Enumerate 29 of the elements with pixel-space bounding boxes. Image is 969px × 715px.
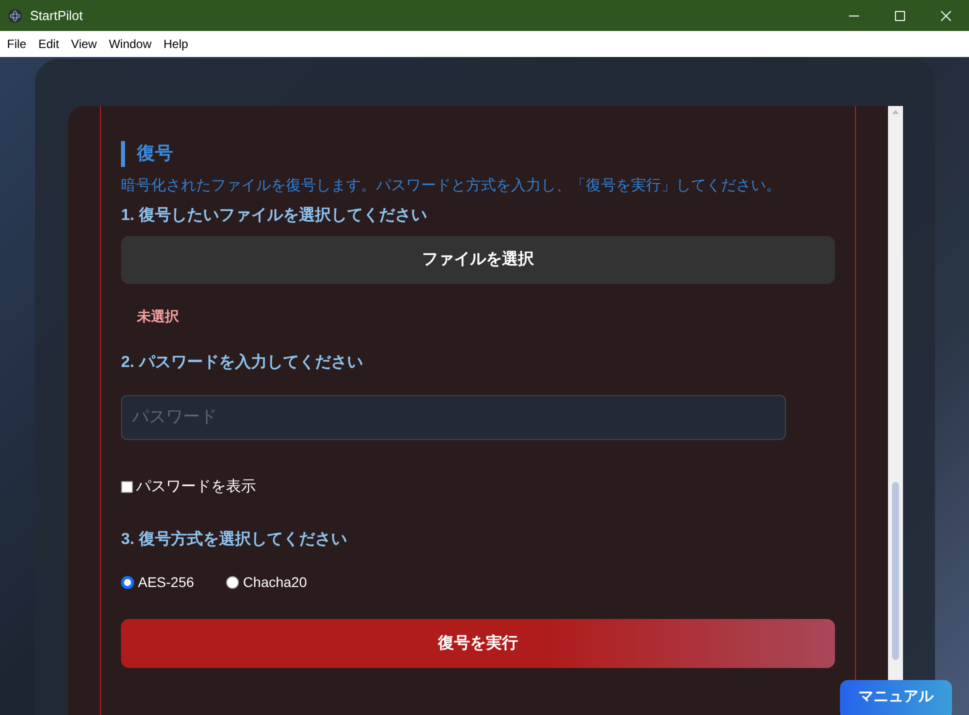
scrollbar-thumb[interactable] [892,482,899,660]
step-label: 2. パスワードを入力してください [121,352,364,372]
menu-item[interactable]: File [7,35,26,53]
scroll-up-arrow-icon[interactable] [892,110,899,114]
menu-item[interactable]: View [71,35,97,53]
radio-label: AES-256 [138,573,194,592]
radio-label: Chacha20 [243,573,307,592]
checkbox[interactable] [121,480,133,493]
manual-button[interactable]: マニュアル [840,680,952,715]
step-label: 1. 復号したいファイルを選択してください [121,206,428,226]
accent-bar [121,140,125,166]
checkbox-label: パスワードを表示 [136,476,256,496]
radio-button[interactable] [121,576,134,589]
decrypt-button[interactable]: 復号を実行 [121,619,835,668]
step-label: 3. 復号方式を選択してください [121,529,348,550]
close-icon [941,10,951,20]
menu-item[interactable]: Help [164,35,188,53]
window-title: StartPilot [30,6,83,25]
maximize-icon [895,10,905,20]
menu-item[interactable]: Window [108,35,152,53]
section-description: 暗号化されたファイルを復号します。パスワードと方式を入力し、「復号を実行」してください。 [121,176,782,196]
section-title: 復号 [137,142,173,165]
password-field[interactable]: パスワード [121,394,786,440]
menu-item[interactable]: Edit [38,35,60,53]
file-select-button[interactable]: ファイルを選択 [121,236,835,284]
radio-button[interactable] [226,576,240,589]
scrollbar[interactable] [888,106,903,680]
file-status: 未選択 [137,306,179,326]
app-logo-icon [8,8,22,22]
